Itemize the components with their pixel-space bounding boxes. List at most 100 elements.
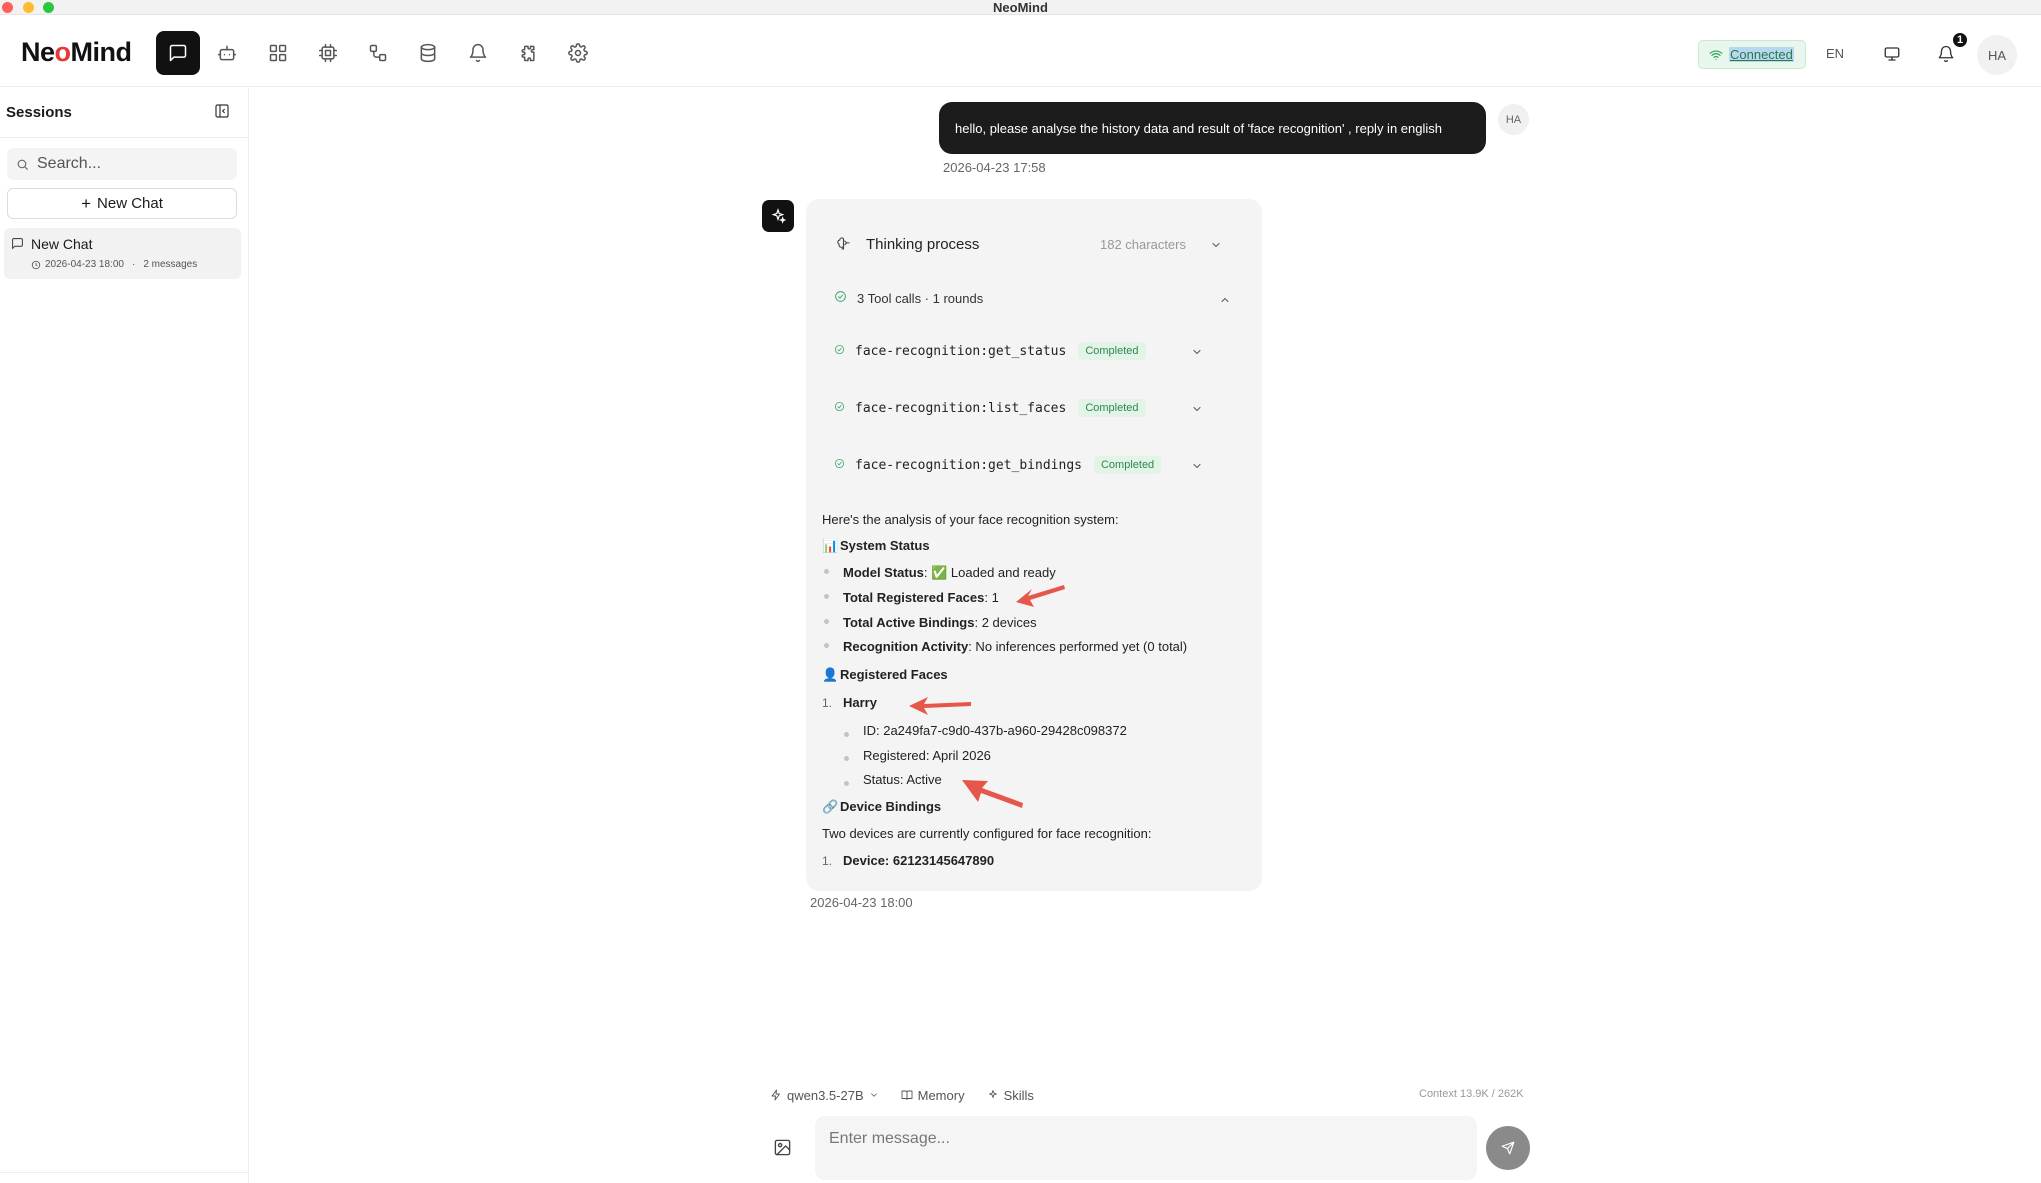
tool-calls-summary[interactable]: 3 Tool calls · 1 rounds <box>834 290 983 306</box>
session-meta: 2026-04-23 18:00 · 2 messages <box>31 259 197 270</box>
session-search-input[interactable] <box>37 155 227 173</box>
bot-icon <box>217 45 237 61</box>
window-titlebar: NeoMind <box>0 0 2041 15</box>
chart-icon: 📊 <box>822 538 839 553</box>
app-logo[interactable]: NeoMind <box>21 37 132 68</box>
user-message-time: 2026-04-23 17:58 <box>943 160 1046 175</box>
clock-icon <box>31 260 41 269</box>
message-square-icon <box>11 237 24 255</box>
user-message-avatar: HA <box>1498 104 1529 135</box>
nav-automation-button[interactable] <box>356 31 400 75</box>
plus-icon: + <box>81 194 92 213</box>
window-title: NeoMind <box>993 0 1048 15</box>
layout-grid-icon <box>269 44 287 62</box>
response-intro: Here's the analysis of your face recogni… <box>822 512 1119 527</box>
search-icon <box>17 159 28 170</box>
composer-toolbar: qwen3.5-27B Memory Skills <box>770 1086 1034 1104</box>
thinking-process-toggle[interactable]: Thinking process 182 characters <box>836 235 1236 255</box>
session-search[interactable] <box>7 148 237 180</box>
connection-status-badge[interactable]: Connected <box>1698 40 1806 69</box>
context-usage: Context 13.9K / 262K <box>1419 1088 1524 1100</box>
display-toggle-button[interactable] <box>1878 40 1906 68</box>
sidebar-bottom-divider <box>0 1172 249 1173</box>
tool-call-row[interactable]: face-recognition:get_status Completed <box>834 341 1214 361</box>
language-selector[interactable]: EN <box>1826 46 1844 61</box>
gear-icon <box>568 43 588 63</box>
skills-button[interactable]: Skills <box>987 1088 1034 1103</box>
face-detail: ID: 2a249fa7-c9d0-437b-a960-29428c098372 <box>863 723 1127 738</box>
new-chat-label: New Chat <box>97 195 163 212</box>
tool-call-name: face-recognition:get_status <box>855 343 1067 359</box>
message-input[interactable] <box>815 1116 1477 1180</box>
link-icon: 🔗 <box>822 799 839 814</box>
status-item: Total Registered Faces: 1 <box>843 590 999 605</box>
user-avatar[interactable]: HA <box>1977 35 2017 75</box>
nav-extensions-button[interactable] <box>506 31 550 75</box>
bullet <box>824 594 829 599</box>
face-detail: Registered: April 2026 <box>863 748 991 763</box>
model-selector[interactable]: qwen3.5-27B <box>770 1088 879 1103</box>
tool-call-row[interactable]: face-recognition:get_bindings Completed <box>834 455 1214 475</box>
session-title: New Chat <box>31 236 93 252</box>
nav-devices-button[interactable] <box>306 31 350 75</box>
device-item: Device: 62123145647890 <box>843 853 995 868</box>
zap-icon <box>771 1089 780 1101</box>
status-item: Total Active Bindings: 2 devices <box>843 615 1037 630</box>
puzzle-icon <box>521 45 535 62</box>
registered-faces-heading: 👤 Registered Faces <box>822 667 948 682</box>
attach-image-button[interactable] <box>773 1138 792 1162</box>
tool-call-name: face-recognition:get_bindings <box>855 457 1082 473</box>
chevron-down-icon[interactable] <box>1191 345 1203 363</box>
notification-count-badge: 1 <box>1951 31 1969 49</box>
nav-dashboards-button[interactable] <box>256 31 300 75</box>
bullet <box>824 569 829 574</box>
session-item[interactable]: New Chat 2026-04-23 18:00 · 2 messages <box>4 228 241 279</box>
monitor-icon <box>1884 47 1900 61</box>
brain-icon <box>836 236 851 256</box>
model-name: qwen3.5-27B <box>787 1087 864 1103</box>
session-date: 2026-04-23 18:00 <box>45 259 124 270</box>
skills-label: Skills <box>1003 1087 1034 1103</box>
session-message-count: 2 messages <box>143 259 198 270</box>
nav-data-button[interactable] <box>406 31 450 75</box>
collapse-sidebar-button[interactable] <box>214 103 232 121</box>
status-item: Model Status: ✅ Loaded and ready <box>843 565 1056 580</box>
chevron-down-icon[interactable] <box>1191 402 1203 420</box>
list-number: 1. <box>822 696 833 710</box>
nav-chat-button[interactable] <box>156 31 200 75</box>
memory-button[interactable]: Memory <box>901 1088 965 1103</box>
database-icon <box>420 43 436 63</box>
thinking-char-count: 182 characters <box>1100 237 1186 252</box>
thinking-process-label: Thinking process <box>866 236 980 253</box>
sparkles-icon <box>988 1090 997 1098</box>
image-icon <box>774 1139 791 1156</box>
bullet <box>824 643 829 648</box>
sparkles-icon <box>771 208 786 224</box>
send-icon <box>1501 1141 1515 1155</box>
session-meta-separator: · <box>131 259 136 270</box>
tool-status-badge: Completed <box>1093 456 1162 474</box>
sessions-sidebar: Sessions + New Chat New Chat 2026-04-23 … <box>0 88 249 1183</box>
assistant-avatar <box>762 200 794 232</box>
status-item: Recognition Activity: No inferences perf… <box>843 639 1188 654</box>
assistant-message-time: 2026-04-23 18:00 <box>810 895 913 910</box>
nav-alerts-button[interactable] <box>456 31 500 75</box>
list-number: 1. <box>822 854 833 868</box>
tool-calls-summary-text: 3 Tool calls · 1 rounds <box>857 290 984 306</box>
tool-call-row[interactable]: face-recognition:list_faces Completed <box>834 398 1214 418</box>
sidebar-title: Sessions <box>6 104 72 121</box>
annotation-arrow-2 <box>908 694 972 723</box>
new-chat-button[interactable]: + New Chat <box>7 188 237 219</box>
face-detail: Status: Active <box>863 772 942 787</box>
nav-agents-button[interactable] <box>205 31 249 75</box>
cpu-icon <box>318 43 338 63</box>
wifi-icon <box>1709 49 1723 60</box>
send-button[interactable] <box>1486 1126 1530 1170</box>
tool-status-badge: Completed <box>1078 399 1146 417</box>
nav-settings-button[interactable] <box>556 31 600 75</box>
face-name: Harry <box>843 695 877 710</box>
device-bindings-heading: 🔗 Device Bindings <box>822 799 942 814</box>
chevron-up-icon[interactable] <box>1219 293 1231 311</box>
message-square-icon <box>169 44 187 62</box>
chevron-down-icon[interactable] <box>1191 459 1203 477</box>
